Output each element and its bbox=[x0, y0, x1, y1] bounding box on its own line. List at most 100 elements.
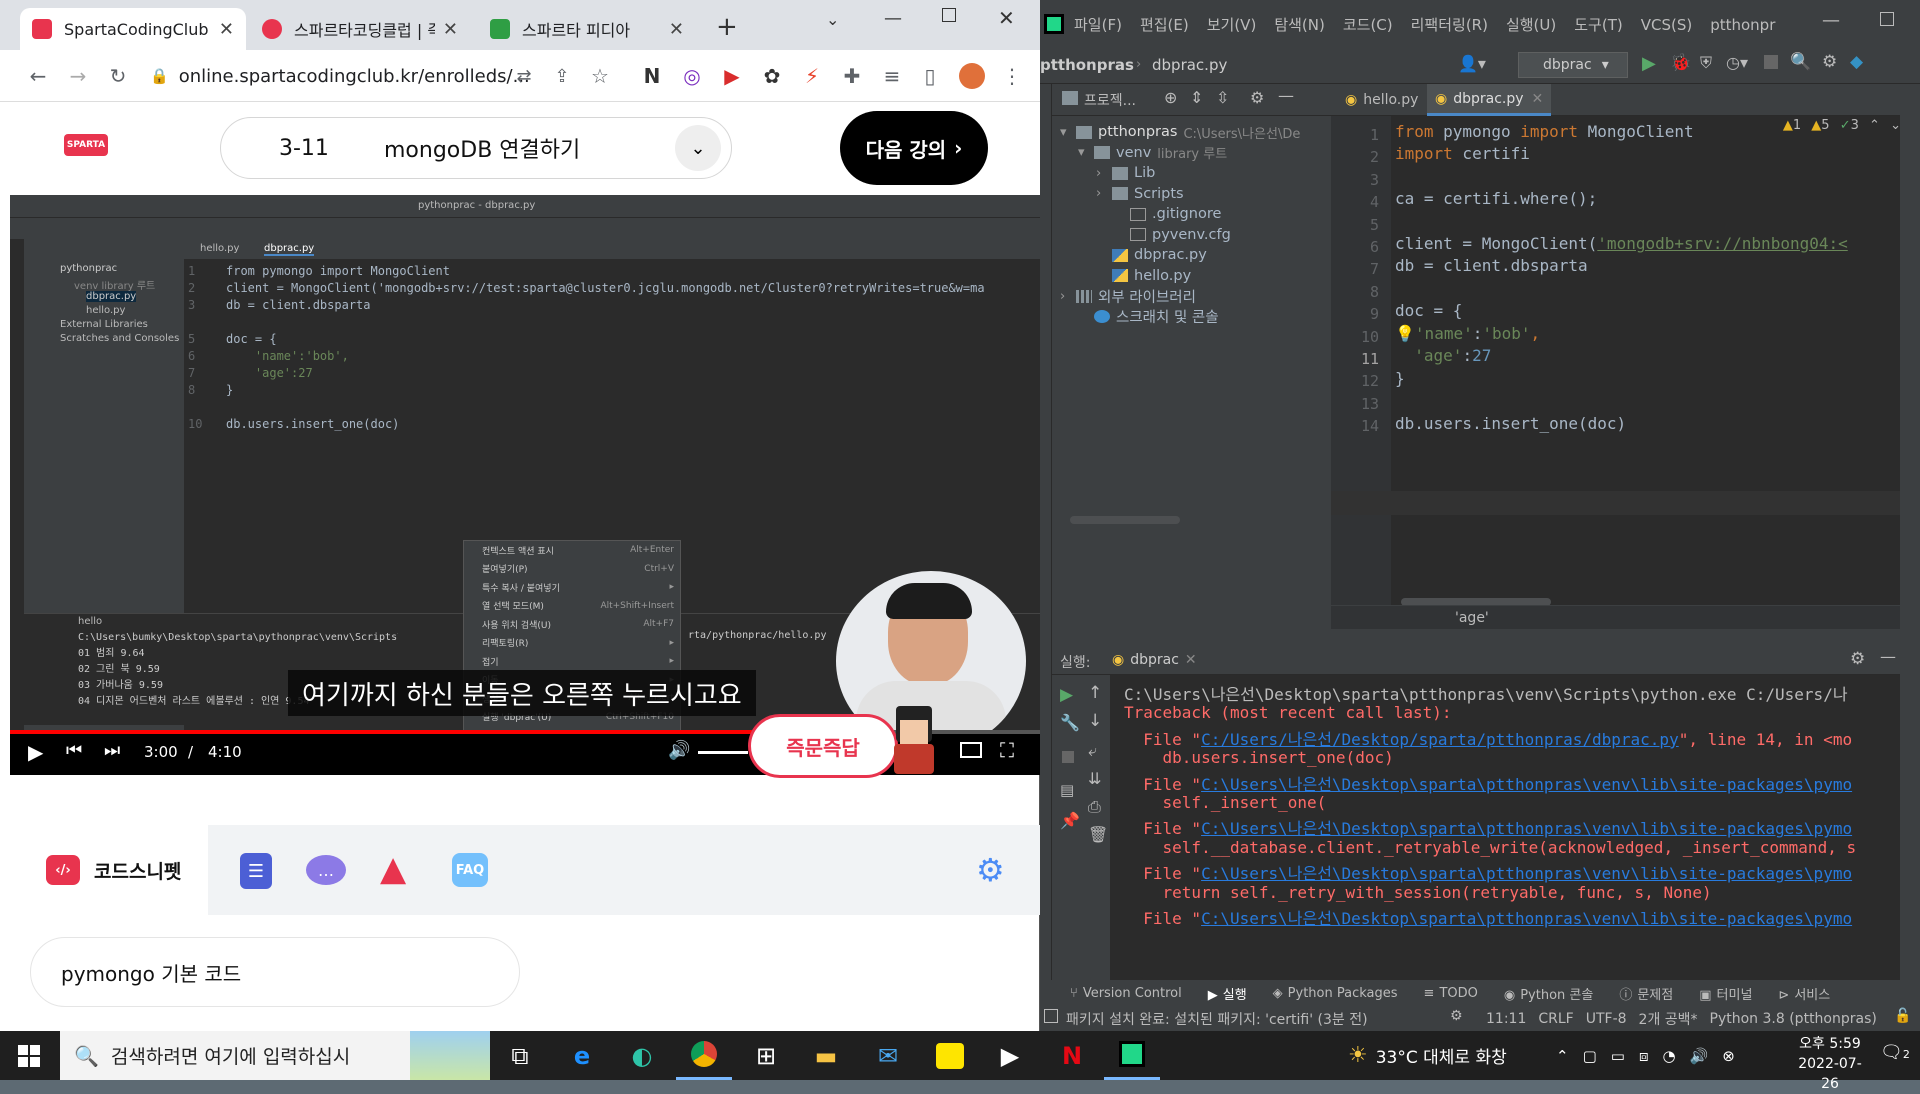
browser-tab-sparta-2[interactable]: 스파르타코딩클럽 | 즉 ✕ bbox=[250, 8, 470, 50]
chevron-down-icon[interactable]: ⌄ bbox=[675, 125, 721, 171]
minimize-icon[interactable]: — bbox=[1822, 10, 1840, 31]
context-menu-item[interactable]: 특수 복사 / 붙여넣기 ▸ bbox=[464, 578, 680, 597]
menu-item[interactable]: 도구(T) bbox=[1574, 14, 1622, 35]
context-menu-item[interactable]: 붙여넣기(P) Ctrl+V bbox=[464, 560, 680, 579]
forward-icon[interactable]: → bbox=[62, 60, 94, 92]
tree-toggle-icon[interactable]: › bbox=[1096, 166, 1112, 181]
volume-icon[interactable]: 🔊 bbox=[1690, 1047, 1709, 1065]
sparta-logo[interactable]: SPARTA bbox=[64, 134, 108, 156]
maximize-icon[interactable] bbox=[1880, 12, 1894, 26]
snippet-card[interactable]: pymongo 기본 코드 bbox=[30, 937, 520, 1007]
next-icon[interactable]: ⏭ bbox=[104, 740, 120, 761]
edge-icon[interactable]: ◐ bbox=[614, 1031, 670, 1080]
settings-gear-icon[interactable]: ⚙ bbox=[976, 851, 1005, 889]
editor-tab-dbprac[interactable]: ◉ dbprac.py ✕ bbox=[1427, 84, 1552, 116]
inspection-widget[interactable]: ▲1 ▲5 ✓3 ⌃ ⌄ bbox=[1783, 118, 1901, 133]
tree-item[interactable]: ▾ venv library 루트 bbox=[1052, 143, 1331, 164]
pycharm-taskbar-icon[interactable] bbox=[1104, 1031, 1160, 1080]
tool-tab[interactable]: ≡ TODO bbox=[1424, 986, 1478, 1001]
chevron-up-icon[interactable]: ⌃ bbox=[1869, 118, 1880, 133]
stop-icon[interactable] bbox=[1062, 751, 1074, 763]
scroll-to-end-icon[interactable]: ⇊ bbox=[1088, 769, 1101, 788]
taskbar-search[interactable]: 🔍 검색하려면 여기에 입력하십시 bbox=[60, 1031, 490, 1080]
status-item[interactable]: CRLF bbox=[1538, 1011, 1573, 1027]
code-editor[interactable]: ◉hello.py ◉dbprac.py✕ ⋮ 1234567891011121… bbox=[1331, 84, 1920, 629]
extension-circle-icon[interactable]: ◎ bbox=[676, 60, 708, 92]
tool-tab[interactable]: ⊳ 서비스 bbox=[1778, 984, 1830, 1003]
tree-item[interactable]: 스크래치 및 콘솔 bbox=[1052, 307, 1331, 328]
close-tab-icon[interactable]: ✕ bbox=[219, 19, 234, 40]
volume-icon[interactable]: 🔊 bbox=[668, 740, 690, 761]
tree-scrollbar[interactable] bbox=[1070, 516, 1180, 524]
next-lecture-button[interactable]: 다음 강의 › bbox=[840, 111, 988, 185]
play-icon[interactable]: ▶ bbox=[28, 740, 43, 764]
reading-list-icon[interactable]: ≡ bbox=[876, 60, 908, 92]
breadcrumb-file[interactable]: dbprac.py bbox=[1152, 56, 1227, 74]
menu-item[interactable]: ptthonpr bbox=[1710, 16, 1775, 34]
tool-tab[interactable]: ⑂ Version Control bbox=[1070, 986, 1182, 1001]
tray-device-icon[interactable]: ▢ bbox=[1583, 1047, 1597, 1065]
close-tab-icon[interactable]: ✕ bbox=[1532, 91, 1544, 107]
settings-gear-icon[interactable]: ⚙ bbox=[1822, 52, 1837, 72]
tray-app-icon[interactable]: ⧈ bbox=[1639, 1047, 1649, 1065]
browser-tab-sparta[interactable]: SpartaCodingClub ✕ bbox=[20, 8, 246, 50]
tool-tab[interactable]: ▶ 실행 bbox=[1208, 984, 1247, 1003]
faq-icon[interactable]: FAQ bbox=[452, 853, 488, 887]
mail-icon[interactable]: ✉ bbox=[860, 1031, 916, 1080]
profile-avatar-icon[interactable] bbox=[956, 60, 988, 92]
netflix-icon[interactable]: N bbox=[1044, 1031, 1100, 1080]
menu-item[interactable]: 코드(C) bbox=[1343, 14, 1393, 35]
pin-icon[interactable]: 📌 bbox=[1060, 811, 1080, 830]
miniplayer-icon[interactable] bbox=[960, 742, 982, 758]
tree-item[interactable]: dbprac.py bbox=[1052, 245, 1331, 266]
expand-all-icon[interactable]: ⇕ bbox=[1190, 88, 1203, 107]
hide-panel-icon[interactable]: — bbox=[1880, 647, 1896, 666]
scroll-down-icon[interactable]: ↓ bbox=[1088, 711, 1102, 731]
status-item[interactable]: Python 3.8 (ptthonpras) bbox=[1710, 1011, 1877, 1027]
lock-icon[interactable]: 🔓 bbox=[1894, 1008, 1911, 1024]
status-item[interactable]: 11:11 bbox=[1486, 1011, 1526, 1027]
tool-tab[interactable]: ⓘ 문제점 bbox=[1619, 984, 1673, 1003]
wifi-icon[interactable]: ◔ bbox=[1663, 1047, 1676, 1065]
context-menu-item[interactable]: 컨텍스트 액션 표시 Alt+Enter bbox=[464, 541, 680, 560]
new-tab-button[interactable]: + bbox=[716, 12, 738, 42]
ie-icon[interactable]: e bbox=[554, 1031, 610, 1080]
tool-tab[interactable]: ◈ Python Packages bbox=[1273, 986, 1398, 1001]
translate-icon[interactable]: ⇄ bbox=[508, 60, 540, 92]
tree-toggle-icon[interactable]: › bbox=[1096, 186, 1112, 201]
status-square-icon[interactable] bbox=[1044, 1009, 1058, 1023]
jetbrains-icon[interactable]: ◆ bbox=[1850, 52, 1863, 72]
tree-toggle-icon[interactable]: ▾ bbox=[1060, 125, 1076, 140]
browser-menu-icon[interactable]: ⋮ bbox=[996, 60, 1028, 92]
tree-item[interactable]: hello.py bbox=[1052, 266, 1331, 287]
store-icon[interactable]: ⊞ bbox=[738, 1031, 794, 1080]
tray-chevron-icon[interactable]: ⌃ bbox=[1556, 1047, 1569, 1065]
menu-item[interactable]: 파일(F) bbox=[1074, 14, 1122, 35]
settings-gear-icon[interactable]: ⚙ bbox=[1850, 649, 1865, 669]
traceback-link[interactable]: C:/Users/나은선/Desktop/sparta/ptthonpras/d… bbox=[1201, 730, 1679, 749]
media-player-icon[interactable]: ▶ bbox=[982, 1031, 1038, 1080]
menu-item[interactable]: 편집(E) bbox=[1140, 14, 1189, 35]
run-config-select[interactable]: dbprac ▾ bbox=[1518, 52, 1628, 78]
context-menu-item[interactable]: 접기 ▸ bbox=[464, 652, 680, 671]
windows-start-icon[interactable] bbox=[18, 1045, 40, 1067]
breadcrumb-project[interactable]: ptthonpras bbox=[1040, 56, 1134, 74]
extension-n-icon[interactable]: N bbox=[636, 60, 668, 92]
menu-item[interactable]: 탐색(N) bbox=[1274, 14, 1325, 35]
menu-item[interactable]: VCS(S) bbox=[1641, 16, 1692, 34]
browser-tab-pedia[interactable]: 스파르타 피디아 ✕ bbox=[478, 8, 696, 50]
extension-flower-icon[interactable]: ✿ bbox=[756, 60, 788, 92]
tree-toggle-icon[interactable]: ▾ bbox=[1078, 145, 1094, 160]
maximize-icon[interactable] bbox=[942, 8, 956, 22]
file-explorer-icon[interactable]: ▬ bbox=[798, 1031, 854, 1080]
scroll-up-icon[interactable]: ↑ bbox=[1088, 683, 1102, 703]
tree-item[interactable]: .gitignore bbox=[1052, 204, 1331, 225]
profile-icon[interactable]: ◷▾ bbox=[1726, 53, 1748, 72]
user-icon[interactable]: 👤▾ bbox=[1458, 54, 1486, 73]
menu-item[interactable]: 실행(U) bbox=[1506, 14, 1556, 35]
instant-qa-badge[interactable]: 즉문즉답 bbox=[748, 714, 898, 778]
debug-icon[interactable]: 🐞 bbox=[1670, 53, 1691, 73]
tab-code-snippet[interactable]: ‹/› 코드스니펫 bbox=[10, 825, 208, 915]
fullscreen-icon[interactable]: ⛶ bbox=[1000, 738, 1014, 762]
clock[interactable]: 오후 5:59 2022-07-26 bbox=[1790, 1034, 1870, 1094]
